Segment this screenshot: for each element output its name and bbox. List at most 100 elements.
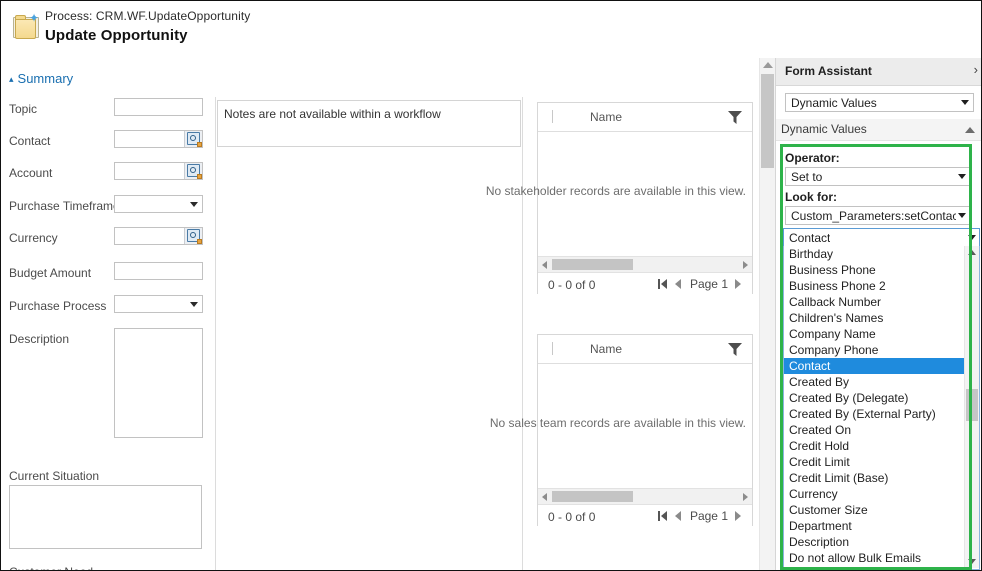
scroll-left-arrow-icon[interactable] — [542, 261, 547, 269]
chevron-down-icon — [968, 235, 976, 240]
dropdown-option[interactable]: Callback Number — [784, 294, 979, 310]
grid-body: No stakeholder records are available in … — [486, 132, 752, 256]
dropdown-option[interactable]: Credit Limit — [784, 454, 979, 470]
dropdown-option[interactable]: Credit Limit (Base) — [784, 470, 979, 486]
scrollbar-thumb[interactable] — [966, 389, 978, 421]
grid-footer: 0 - 0 of 0 Page 1 — [538, 504, 752, 529]
dropdown-option[interactable]: Birthday — [784, 246, 979, 262]
grid-column-header-name[interactable]: Name — [590, 342, 622, 356]
dropdown-option[interactable]: Customer Size — [784, 502, 979, 518]
form-assistant-mode-select[interactable]: Dynamic Values — [785, 93, 974, 112]
grid-horizontal-scrollbar[interactable] — [538, 256, 752, 272]
previous-page-icon[interactable] — [674, 510, 685, 522]
chevron-up-icon[interactable] — [965, 127, 975, 133]
stakeholders-grid: Name No stakeholder records are availabl… — [486, 102, 753, 297]
dropdown-option[interactable]: Description — [784, 534, 979, 550]
scrollbar-thumb[interactable] — [552, 259, 633, 270]
chevron-down-icon — [958, 174, 966, 179]
dropdown-option[interactable]: Created By (Delegate) — [784, 390, 979, 406]
dropdown-option[interactable]: Contact — [784, 358, 979, 374]
summary-section-header[interactable]: ▴ Summary — [9, 71, 73, 86]
form-header: ✦ Process: CRM.WF.UpdateOpportunity Upda… — [1, 1, 981, 57]
textarea-description[interactable] — [114, 328, 203, 438]
input-topic[interactable] — [114, 98, 203, 116]
lookup-badge-icon — [197, 239, 202, 244]
label-clipped-next-field: Customer Need — [9, 565, 93, 570]
label-current-situation: Current Situation — [9, 469, 100, 483]
dynamic-values-section-header[interactable]: Dynamic Values — [776, 119, 981, 141]
summary-form-fields: Topic Contact Account Purchase Timeframe… — [1, 97, 215, 438]
main-vertical-scrollbar[interactable] — [759, 58, 775, 570]
dropdown-option[interactable]: Created By — [784, 374, 979, 390]
grid-pager: Page 1 — [657, 277, 744, 291]
next-page-icon[interactable] — [733, 278, 744, 290]
grid-horizontal-scrollbar[interactable] — [538, 488, 752, 504]
column-divider-2 — [522, 97, 523, 570]
dropdown-option[interactable]: Currency — [784, 486, 979, 502]
dropdown-vertical-scrollbar[interactable] — [964, 246, 979, 568]
grid-body: No sales team records are available in t… — [490, 364, 752, 488]
field-row-description: Description — [1, 327, 215, 447]
column-divider-1 — [215, 97, 216, 570]
lookup-button-contact[interactable] — [184, 131, 202, 147]
workflow-folder-icon: ✦ — [12, 11, 40, 39]
dropdown-option[interactable]: Department — [784, 518, 979, 534]
dropdown-option[interactable]: Credit Hold — [784, 438, 979, 454]
scroll-up-arrow-icon[interactable] — [763, 62, 773, 68]
dropdown-option[interactable]: Company Name — [784, 326, 979, 342]
notes-panel: Notes are not available within a workflo… — [217, 100, 521, 147]
first-page-icon[interactable] — [657, 510, 669, 522]
grid-header: Name — [538, 103, 752, 132]
sparkle-icon: ✦ — [29, 11, 40, 25]
first-page-icon[interactable] — [657, 278, 669, 290]
input-currency[interactable] — [114, 227, 203, 245]
dropdown-option[interactable]: Children's Names — [784, 310, 979, 326]
textarea-current-situation[interactable] — [9, 485, 202, 549]
input-contact[interactable] — [114, 130, 203, 148]
scroll-right-arrow-icon[interactable] — [743, 493, 748, 501]
sales-team-grid: Name No sales team records are available… — [490, 334, 753, 529]
next-page-icon[interactable] — [733, 510, 744, 522]
scroll-right-arrow-icon[interactable] — [743, 261, 748, 269]
dropdown-option[interactable]: Created On — [784, 422, 979, 438]
input-account[interactable] — [114, 162, 203, 180]
filter-icon[interactable] — [728, 343, 742, 356]
dropdown-option[interactable]: Company Phone — [784, 342, 979, 358]
filter-icon[interactable] — [728, 111, 742, 124]
grid-column-header-name[interactable]: Name — [590, 110, 622, 124]
scroll-up-arrow-icon[interactable] — [968, 250, 976, 255]
look-for-value: Custom_Parameters:setContact (Cor — [791, 209, 956, 223]
label-budget-amount: Budget Amount — [9, 266, 92, 280]
dynamic-values-section-label: Dynamic Values — [781, 122, 867, 136]
scroll-down-arrow-icon[interactable] — [968, 559, 976, 564]
chevron-up-icon: ▴ — [9, 74, 14, 84]
dropdown-option[interactable]: Do not allow Bulk Emails — [784, 550, 979, 566]
scrollbar-thumb[interactable] — [552, 491, 633, 502]
summary-section-label: Summary — [17, 71, 74, 86]
operator-value: Set to — [791, 170, 823, 184]
form-assistant-mode-value: Dynamic Values — [791, 96, 877, 110]
field-row-purchase-timeframe: Purchase Timeframe — [1, 194, 215, 222]
scrollbar-thumb[interactable] — [761, 74, 774, 168]
operator-select[interactable]: Set to — [785, 167, 970, 186]
collapse-panel-icon[interactable]: › — [974, 62, 978, 78]
grid-pager: Page 1 — [657, 509, 744, 523]
dropdown-option[interactable]: Created By (External Party) — [784, 406, 979, 422]
scroll-left-arrow-icon[interactable] — [542, 493, 547, 501]
dropdown-option[interactable]: Business Phone 2 — [784, 278, 979, 294]
lookup-button-account[interactable] — [184, 163, 202, 179]
previous-page-icon[interactable] — [674, 278, 685, 290]
chevron-down-icon — [961, 100, 969, 105]
label-description: Description — [9, 332, 70, 346]
attribute-select[interactable]: Contact — [783, 228, 980, 247]
look-for-select[interactable]: Custom_Parameters:setContact (Cor — [785, 206, 970, 225]
input-budget-amount[interactable] — [114, 262, 203, 280]
grid-footer: 0 - 0 of 0 Page 1 — [538, 272, 752, 297]
operator-label: Operator: — [785, 151, 840, 165]
lookup-button-currency[interactable] — [184, 228, 202, 244]
label-currency: Currency — [9, 231, 58, 245]
select-purchase-timeframe[interactable] — [114, 195, 203, 213]
attribute-dropdown-list[interactable]: Birthday Business Phone Business Phone 2 Ca… — [783, 246, 980, 570]
dropdown-option[interactable]: Business Phone — [784, 262, 979, 278]
select-purchase-process[interactable] — [114, 295, 203, 313]
